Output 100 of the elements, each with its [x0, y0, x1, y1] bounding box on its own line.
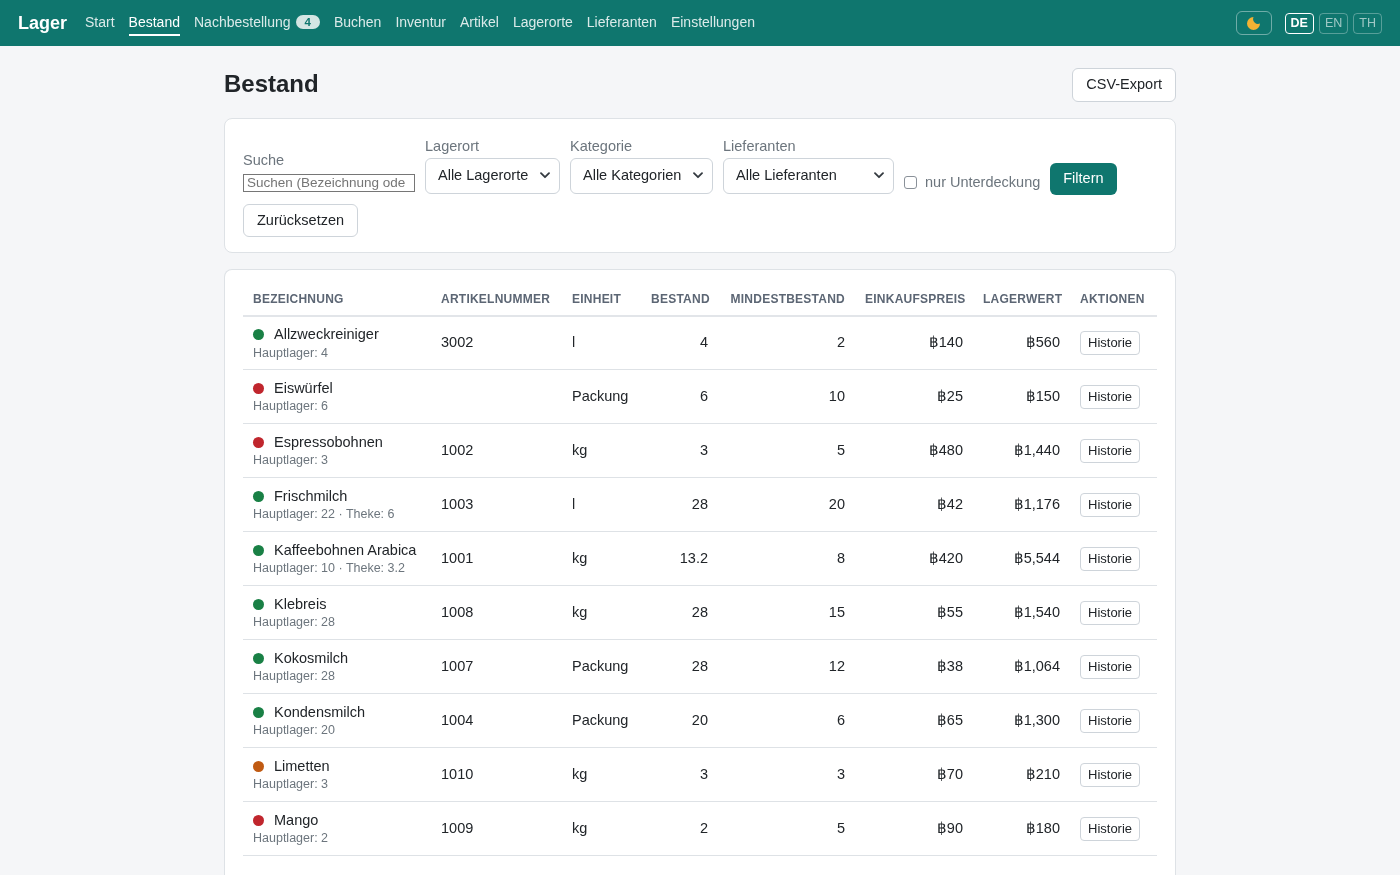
- reset-button[interactable]: Zurücksetzen: [243, 203, 359, 238]
- item-name: Limetten: [274, 756, 330, 776]
- nav-link[interactable]: Bestand: [128, 10, 180, 36]
- page-title: Bestand: [224, 70, 319, 100]
- item-name: Kondensmilch: [274, 702, 366, 722]
- table-cell: ฿150: [973, 369, 1070, 424]
- table-cell: ฿90: [855, 801, 973, 856]
- checkbox[interactable]: [904, 176, 917, 190]
- history-button[interactable]: Historie: [1080, 492, 1141, 518]
- item-name: Eiswürfel: [274, 378, 333, 398]
- dropdown-select[interactable]: Alle Kategorien: [570, 157, 713, 194]
- column-header: ARTIKELNUMMER: [431, 288, 562, 316]
- table-cell: 20: [718, 477, 855, 532]
- table-cell: 20: [641, 693, 718, 748]
- field-label: Lagerort: [425, 136, 480, 156]
- table-cell: 1004: [431, 693, 562, 748]
- table-cell: ฿42: [855, 477, 973, 532]
- search-field[interactable]: Suchen (Bezeichnung ode: [243, 173, 415, 192]
- table-cell: 6: [718, 693, 855, 748]
- nav-link[interactable]: Artikel: [460, 10, 499, 36]
- table-cell: ฿1,300: [973, 693, 1070, 748]
- location-detail: Hauptlager: 2: [253, 830, 329, 848]
- table-cell: ฿55: [855, 585, 973, 640]
- table-cell: 28: [641, 639, 718, 694]
- table-cell: kg: [562, 585, 641, 640]
- table-cell: 13.2: [641, 531, 718, 586]
- table-cell: ฿70: [855, 747, 973, 802]
- location-detail: Hauptlager: 28: [253, 668, 335, 686]
- chevron-down-icon: [693, 171, 703, 179]
- theme-toggle-button[interactable]: [1235, 11, 1272, 35]
- table-cell: 10: [718, 369, 855, 424]
- table-cell: Packung: [562, 639, 641, 694]
- item-name: Kokosmilch: [274, 648, 349, 668]
- moon-icon: [1247, 16, 1261, 30]
- table-cell: 1003: [431, 477, 562, 532]
- table-cell: ฿210: [973, 747, 1070, 802]
- filter-button[interactable]: Filtern: [1050, 162, 1117, 195]
- history-button[interactable]: Historie: [1080, 708, 1141, 734]
- nav-link[interactable]: Lagerorte: [512, 10, 573, 36]
- item-name: Allzweckreiniger: [274, 324, 379, 344]
- history-button[interactable]: Historie: [1080, 384, 1141, 410]
- history-button[interactable]: Historie: [1080, 816, 1141, 842]
- table-cell: ฿1,176: [973, 477, 1070, 532]
- history-button[interactable]: Historie: [1080, 762, 1141, 788]
- history-button[interactable]: Historie: [1080, 438, 1141, 464]
- location-detail: Hauptlager: 3: [253, 776, 329, 794]
- table-cell: ฿1,540: [973, 585, 1070, 640]
- table-cell: kg: [562, 531, 641, 586]
- table-cell: 28: [641, 585, 718, 640]
- table-cell: 5: [718, 801, 855, 856]
- item-name: Espressobohnen: [274, 432, 383, 452]
- table-cell: ฿25: [855, 369, 973, 424]
- count-badge: 4: [295, 14, 320, 30]
- table-cell: 1007: [431, 639, 562, 694]
- dropdown-select[interactable]: Alle Lagerorte: [425, 157, 560, 194]
- checkbox-label: nur Unterdeckung: [925, 172, 1041, 192]
- column-header: EINHEIT: [562, 288, 641, 316]
- nav-link[interactable]: Nachbestellung 4: [194, 10, 320, 36]
- history-button[interactable]: Historie: [1080, 331, 1141, 356]
- table-cell: 1002: [431, 423, 562, 478]
- brand-name[interactable]: Lager: [18, 9, 68, 37]
- history-button[interactable]: Historie: [1080, 654, 1141, 680]
- table-cell: ฿420: [855, 531, 973, 586]
- table-cell: 3: [641, 423, 718, 478]
- table-cell: l: [562, 477, 641, 532]
- column-header: MINDESTBESTAND: [718, 288, 855, 316]
- language-button[interactable]: DE: [1284, 12, 1314, 34]
- location-detail: Hauptlager: 28: [253, 614, 335, 632]
- table-cell: 28: [641, 477, 718, 532]
- item-name: Klebreis: [274, 594, 327, 614]
- table-cell: ฿140: [855, 315, 973, 370]
- nav-link[interactable]: Inventur: [395, 10, 446, 36]
- chevron-down-icon: [874, 171, 884, 179]
- table-cell: ฿1,064: [973, 639, 1070, 694]
- dropdown-select[interactable]: Alle Lieferanten: [723, 157, 894, 194]
- history-button[interactable]: Historie: [1080, 546, 1141, 572]
- table-cell: 3: [641, 747, 718, 802]
- csv-export-button[interactable]: CSV-Export: [1072, 68, 1176, 102]
- column-header: AKTIONEN: [1070, 288, 1157, 316]
- column-header: BESTAND: [641, 288, 718, 316]
- table-cell: ฿5,544: [973, 531, 1070, 586]
- table-cell: Packung: [562, 369, 641, 424]
- nav-link[interactable]: Start: [85, 10, 115, 36]
- nav-link[interactable]: Buchen: [333, 10, 382, 36]
- item-name: Mango: [274, 810, 319, 830]
- location-detail: Hauptlager: 20: [253, 722, 335, 740]
- location-detail: Hauptlager: 4: [253, 344, 329, 362]
- table-cell: 2: [641, 801, 718, 856]
- nav-link[interactable]: Lieferanten: [586, 10, 657, 36]
- nav-link[interactable]: Einstellungen: [670, 10, 755, 36]
- table-cell: l: [562, 315, 641, 370]
- table-cell: 5: [718, 423, 855, 478]
- column-header: BEZEICHNUNG: [243, 288, 431, 316]
- column-header: EINKAUFSPREIS: [855, 288, 973, 316]
- table-cell: 1001: [431, 531, 562, 586]
- table-cell: 2: [718, 315, 855, 370]
- history-button[interactable]: Historie: [1080, 600, 1141, 626]
- field-label: Kategorie: [570, 136, 634, 156]
- table-cell: 6: [641, 369, 718, 424]
- table-cell: 4: [641, 315, 718, 370]
